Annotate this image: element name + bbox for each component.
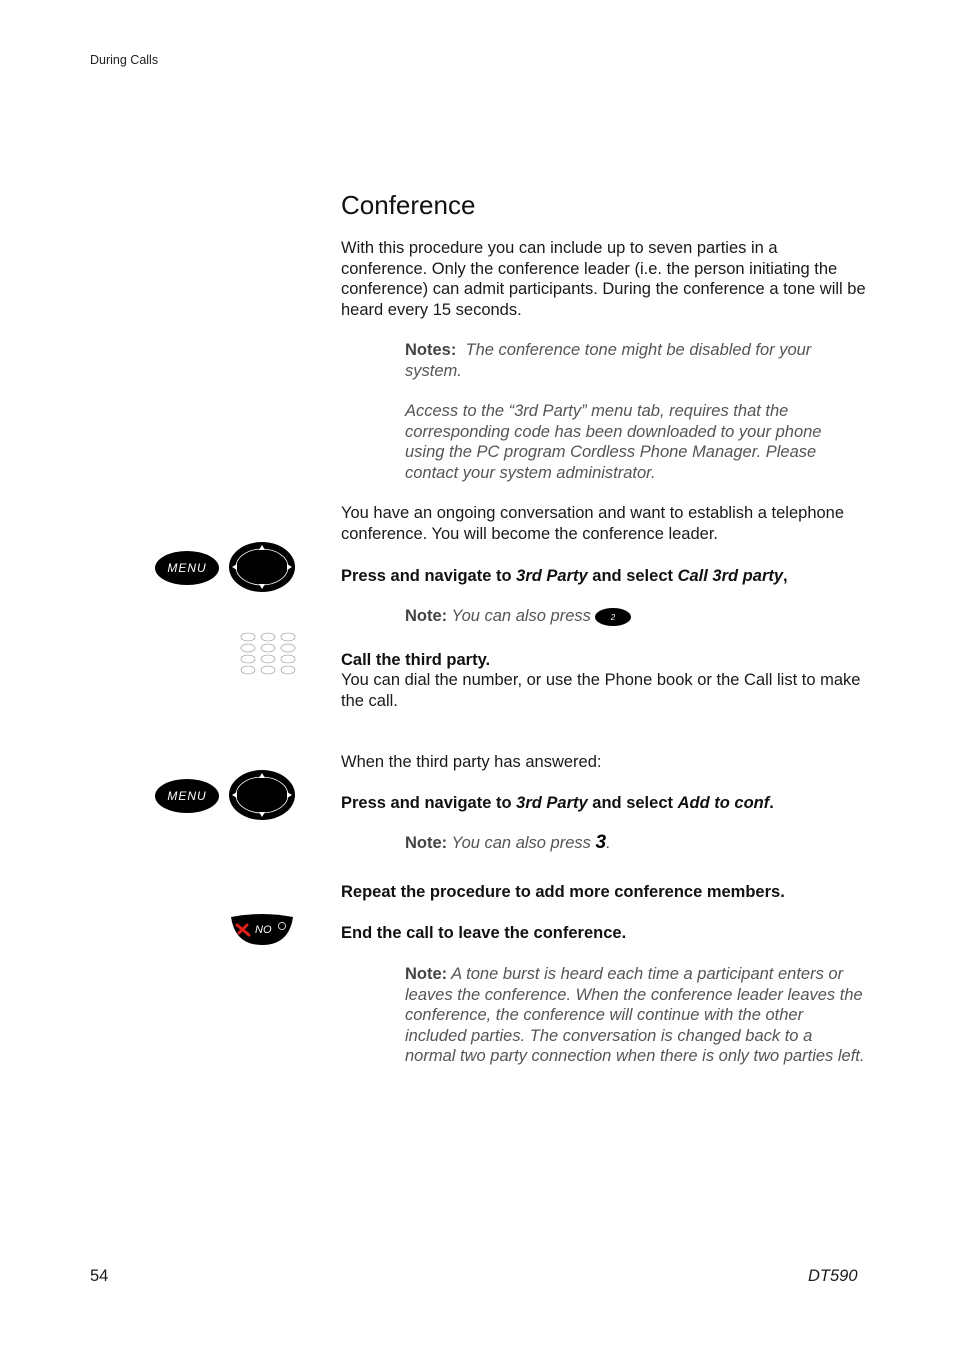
context-paragraph-2: When the third party has answered: [341,753,602,771]
notes-text-1: The conference tone might be disabled fo… [405,341,812,380]
notes-block: Notes: The conference tone might be disa… [405,340,865,381]
no-end-call-key-icon: NO [231,914,293,945]
navigation-key-icon [229,770,295,820]
step-call-third-party-title: Call the third party. [341,651,491,669]
note-shortcut-key: Note: You can also press 2 [405,606,865,627]
notes-text-2: Access to the “3rd Party” menu tab, requ… [405,402,822,482]
page-title: Conference [341,190,476,220]
note-tone-burst: Note: A tone burst is heard each time a … [405,965,865,1065]
navigation-key-icon [229,542,295,592]
context-paragraph-1: You have an ongoing conversation and wan… [341,504,845,543]
menu-key-icon: MENU [155,551,219,585]
keypad-icon [240,632,296,675]
svg-text:NO: NO [255,924,272,936]
intro-paragraph: With this procedure you can include up t… [341,239,866,319]
section-header: During Calls [90,53,159,67]
menu-key-label: MENU [167,561,207,575]
step-call-third-party-text: You can dial the number, or use the Phon… [341,671,861,710]
key-3-label: 3 [595,832,607,853]
step-navigate-call-3rd-party: Press and navigate to 3rd Party and sele… [341,567,788,585]
notes-label: Notes: [405,341,457,359]
step-end-call: End the call to leave the conference. [341,924,627,942]
menu-key-label: MENU [167,789,207,803]
menu-key-icon: MENU [155,779,219,813]
model-name: DT590 [808,1267,858,1285]
key-2-abc-icon: 2 [595,607,632,626]
step-repeat: Repeat the procedure to add more confere… [341,883,785,901]
page-number: 54 [90,1267,109,1285]
note-press-3: Note: You can also press 3. [405,832,611,853]
svg-text:2: 2 [610,613,616,622]
step-navigate-add-to-conf: Press and navigate to 3rd Party and sele… [341,794,774,812]
